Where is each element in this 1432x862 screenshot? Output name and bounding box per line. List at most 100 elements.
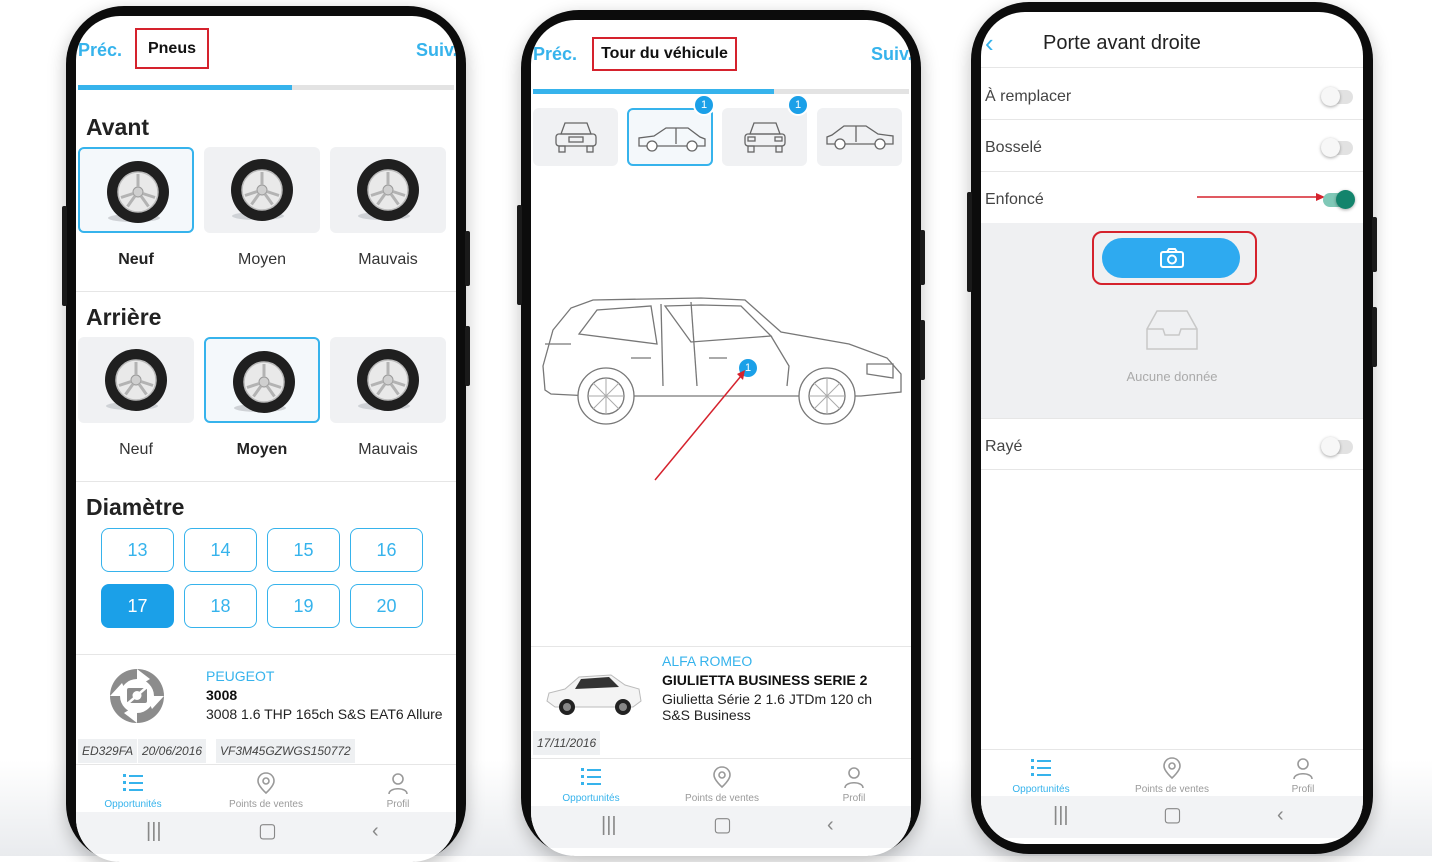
back-icon[interactable]: ‹ [372, 820, 379, 843]
prev-link[interactable]: Préc. [533, 44, 577, 65]
diameter-chip-19[interactable]: 19 [267, 584, 340, 628]
progress-fill [78, 85, 293, 90]
system-nav-bar: ||| ▢ ‹ [981, 796, 1363, 838]
divider [981, 119, 1363, 120]
option-label: Neuf [118, 251, 154, 268]
option-label: Mauvais [358, 251, 418, 268]
avant-option-mauvais[interactable] [330, 147, 446, 233]
arriere-option-neuf[interactable] [78, 337, 194, 423]
tab-label: Points de ventes [1135, 784, 1209, 795]
diameter-chip-20[interactable]: 20 [350, 584, 423, 628]
tab-bar: Opportunités Points de ventes Profil [531, 758, 911, 805]
section-title-arriere: Arrière [86, 304, 162, 330]
option-label: Bosselé [985, 139, 1042, 156]
avant-option-neuf[interactable] [78, 147, 194, 233]
screen-tires: Préc. Pneus Suiv. Avant Neuf Moyen Mauvais… [76, 16, 456, 862]
phone-vehicle-tour: Préc. Tour du véhicule Suiv. 1 1 1 ALFA … [517, 10, 925, 856]
user-icon [1293, 758, 1313, 780]
view-right-side[interactable] [627, 108, 713, 166]
vehicle-card[interactable]: PEUGEOT 3008 3008 1.6 THP 165ch S&S EAT6… [76, 654, 456, 765]
recent-apps-icon[interactable]: ||| [146, 820, 162, 843]
option-label: À remplacer [985, 88, 1072, 105]
tab-points-de-ventes[interactable]: Points de ventes [1112, 750, 1232, 796]
view-left-side[interactable] [817, 108, 902, 166]
toggle-bossele[interactable] [1321, 138, 1353, 157]
tab-profil[interactable]: Profil [794, 759, 911, 805]
recent-apps-icon[interactable]: ||| [1053, 804, 1069, 827]
diameter-chip-13[interactable]: 13 [101, 528, 174, 572]
home-icon[interactable]: ▢ [713, 812, 732, 837]
diameter-chip-17[interactable]: 17 [101, 584, 174, 628]
user-icon [388, 773, 408, 795]
back-icon[interactable]: ‹ [827, 814, 834, 837]
tab-opportunites[interactable]: Opportunités [531, 759, 651, 805]
next-link[interactable]: Suiv. [871, 44, 911, 65]
diameter-chip-16[interactable]: 16 [350, 528, 423, 572]
camera-icon [1160, 248, 1184, 268]
vehicle-brand: PEUGEOT [206, 668, 275, 684]
tire-icon [357, 349, 419, 411]
back-icon[interactable]: ‹ [1277, 804, 1284, 827]
car-front-icon [555, 122, 597, 153]
vehicle-card[interactable]: ALFA ROMEO GIULIETTA BUSINESS SERIE 2 Gi… [531, 646, 911, 759]
arriere-option-moyen[interactable] [204, 337, 320, 423]
prev-link[interactable]: Préc. [78, 40, 122, 61]
section-title-avant: Avant [86, 114, 150, 140]
toggle-raye[interactable] [1321, 437, 1353, 456]
phone-damage-detail: ‹ Porte avant droite À remplacer Bosselé… [967, 2, 1377, 854]
inbox-empty-icon [1146, 310, 1198, 350]
tab-label: Opportunités [104, 799, 162, 810]
tab-points-de-ventes[interactable]: Points de ventes [206, 765, 326, 811]
tire-icon [233, 351, 295, 413]
divider [981, 67, 1363, 68]
car-side-icon [638, 127, 706, 152]
vehicle-version: 3008 1.6 THP 165ch S&S EAT6 Allure [206, 706, 443, 722]
tab-label: Points de ventes [685, 793, 759, 804]
tab-opportunites[interactable]: Opportunités [981, 750, 1101, 796]
diameter-chip-14[interactable]: 14 [184, 528, 257, 572]
home-icon[interactable]: ▢ [1163, 802, 1182, 827]
tab-profil[interactable]: Profil [1243, 750, 1363, 796]
tab-profil[interactable]: Profil [338, 765, 456, 811]
tire-icon [107, 161, 169, 223]
toggle-enfonce[interactable] [1323, 190, 1355, 209]
tab-label: Opportunités [1012, 784, 1070, 795]
tire-icon [105, 349, 167, 411]
tab-opportunites[interactable]: Opportunités [76, 765, 193, 811]
date-tag: 17/11/2016 [533, 731, 601, 755]
list-icon [1031, 759, 1051, 776]
arriere-option-mauvais[interactable] [330, 337, 446, 423]
divider [981, 418, 1363, 419]
toggle-a-remplacer[interactable] [1321, 87, 1353, 106]
tab-label: Profil [1291, 784, 1315, 795]
user-icon [844, 767, 864, 789]
progress-bar [78, 85, 454, 90]
view-front[interactable] [533, 108, 618, 166]
view-rear[interactable] [722, 108, 807, 166]
system-nav-bar: ||| ▢ ‹ [76, 812, 456, 854]
option-label: Moyen [236, 441, 288, 458]
screen-vehicle-tour: Préc. Tour du véhicule Suiv. 1 1 1 ALFA … [531, 20, 911, 856]
chevron-left-icon[interactable]: ‹ [985, 28, 994, 59]
next-link[interactable]: Suiv. [416, 40, 456, 61]
camera-button[interactable] [1102, 238, 1240, 278]
avant-option-moyen[interactable] [204, 147, 320, 233]
annotation-arrow [1197, 193, 1325, 201]
section-title-diametre: Diamètre [86, 494, 185, 520]
tab-points-de-ventes[interactable]: Points de ventes [662, 759, 782, 805]
diameter-chip-15[interactable]: 15 [267, 528, 340, 572]
location-pin-icon [257, 772, 275, 795]
plate-tag: ED329FA [78, 739, 138, 763]
tire-icon [357, 159, 419, 221]
date-tag: 20/06/2016 [138, 739, 207, 763]
photo-panel: Aucune donnée [981, 223, 1363, 418]
option-label: Enfoncé [985, 191, 1044, 208]
tab-label: Opportunités [562, 793, 620, 804]
home-icon[interactable]: ▢ [258, 818, 277, 843]
phone-tires: Préc. Pneus Suiv. Avant Neuf Moyen Mauvais… [62, 6, 470, 862]
diameter-chip-18[interactable]: 18 [184, 584, 257, 628]
tab-bar: Opportunités Points de ventes Profil [76, 764, 456, 811]
divider [76, 291, 456, 292]
recent-apps-icon[interactable]: ||| [601, 814, 617, 837]
screen-damage-detail: ‹ Porte avant droite À remplacer Bosselé… [981, 12, 1363, 844]
